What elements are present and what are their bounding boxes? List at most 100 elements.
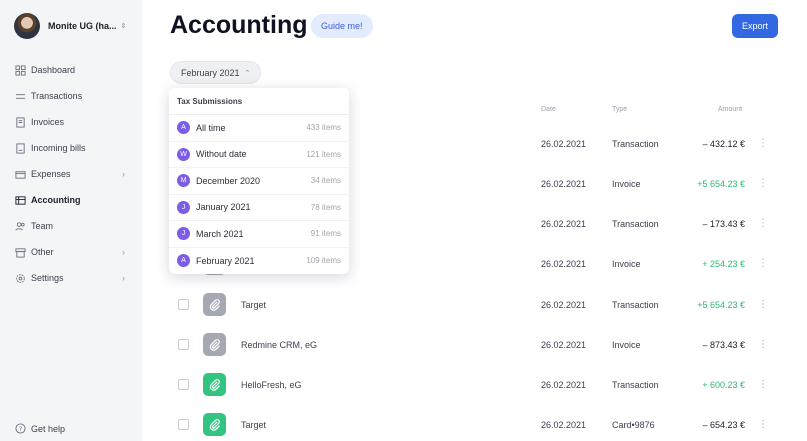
sidebar-item-other[interactable]: Other › (0, 239, 142, 265)
more-options-icon[interactable]: ⋮ (758, 258, 768, 269)
row-amount: – 173.43 € (702, 219, 745, 229)
row-checkbox[interactable] (178, 379, 189, 390)
bills-icon (15, 142, 26, 154)
dropdown-option[interactable]: W Without date 121 items (169, 142, 349, 168)
row-date: 26.02.2021 (541, 259, 587, 269)
chevron-right-icon: › (122, 247, 125, 257)
row-amount: +5 654.23 € (697, 300, 745, 310)
paperclip-icon (203, 373, 226, 396)
accounting-icon (15, 195, 26, 206)
invoices-icon (15, 116, 26, 128)
chevron-up-icon: ⌃ (244, 69, 251, 77)
gear-icon (15, 273, 26, 284)
sidebar-item-label: Other (31, 247, 54, 257)
date-filter-label: February 2021 (181, 67, 240, 78)
row-type: Invoice (612, 340, 641, 350)
chevron-right-icon: › (122, 273, 125, 283)
sidebar-item-expenses[interactable]: Expenses › (0, 161, 142, 187)
sidebar-item-label: Accounting (31, 195, 81, 205)
option-badge: A (177, 121, 190, 135)
sidebar-nav: Dashboard Transactions Invoices Incoming… (0, 57, 142, 291)
row-date: 26.02.2021 (541, 340, 587, 350)
dropdown-option[interactable]: M December 2020 34 items (169, 168, 349, 195)
more-options-icon[interactable]: ⋮ (758, 339, 768, 350)
row-type: Transaction (612, 219, 659, 229)
help-icon: ? (15, 423, 26, 434)
sidebar-item-label: Settings (31, 273, 64, 283)
dropdown-option[interactable]: A February 2021 109 items (169, 248, 349, 275)
dropdown-option[interactable]: A All time 433 items (169, 115, 349, 142)
sidebar-item-settings[interactable]: Settings › (0, 265, 142, 291)
more-options-icon[interactable]: ⋮ (758, 178, 768, 189)
sidebar-item-dashboard[interactable]: Dashboard (0, 57, 142, 83)
row-type: Card•9876 (612, 420, 655, 430)
sidebar-item-label: Dashboard (31, 65, 76, 75)
sidebar-item-label: Expenses (31, 169, 71, 179)
more-options-icon[interactable]: ⋮ (758, 299, 768, 310)
row-checkbox[interactable] (178, 419, 189, 430)
paperclip-icon (203, 413, 226, 436)
row-amount: – 873.43 € (702, 340, 745, 350)
more-options-icon[interactable]: ⋮ (758, 419, 768, 430)
row-name: Target (241, 420, 267, 430)
dropdown-option[interactable]: J January 2021 78 items (169, 195, 349, 221)
row-checkbox[interactable] (178, 339, 189, 350)
table-row[interactable]: Redmine CRM, eG 26.02.2021 Invoice – 873.43… (170, 325, 780, 365)
option-label: Without date (196, 149, 247, 160)
table-row[interactable]: Target 26.02.2021 Card•9876 – 654.23 € ⋮ (170, 405, 780, 441)
row-date: 26.02.2021 (541, 219, 587, 229)
column-header-date[interactable]: Date (541, 106, 556, 113)
option-label: January 2021 (196, 202, 251, 213)
row-amount: + 600.23 € (702, 380, 745, 390)
row-amount: +5 654.23 € (697, 179, 745, 189)
row-date: 26.02.2021 (541, 420, 587, 430)
column-header-type[interactable]: Type (612, 106, 627, 113)
table-row[interactable]: HelloFresh, eG 26.02.2021 Transaction + 600… (170, 365, 780, 405)
dropdown-option[interactable]: J March 2021 91 items (169, 221, 349, 248)
option-badge: J (177, 200, 190, 214)
more-options-icon[interactable]: ⋮ (758, 138, 768, 149)
row-type: Invoice (612, 179, 641, 189)
chevron-right-icon: › (122, 169, 125, 179)
date-filter-dropdown[interactable]: February 2021 ⌃ (170, 61, 262, 84)
get-help-link[interactable]: ? Get help (15, 423, 65, 434)
paperclip-icon (203, 293, 226, 316)
row-type: Transaction (612, 300, 659, 310)
row-name: Redmine CRM, eG (241, 340, 318, 350)
transactions-icon (15, 91, 26, 102)
export-button[interactable]: Export (732, 14, 778, 38)
row-date: 26.02.2021 (541, 300, 587, 310)
row-name: Target (241, 300, 267, 310)
option-count: 91 items (310, 229, 341, 239)
paperclip-icon (203, 333, 226, 356)
more-options-icon[interactable]: ⋮ (758, 379, 768, 390)
option-count: 78 items (310, 202, 341, 212)
more-options-icon[interactable]: ⋮ (758, 218, 768, 229)
sidebar-item-incoming-bills[interactable]: Incoming bills (0, 135, 142, 161)
row-amount: – 654.23 € (702, 420, 745, 430)
org-name: Monite UG (ha... (48, 21, 117, 31)
sidebar-item-invoices[interactable]: Invoices (0, 109, 142, 135)
option-badge: M (177, 174, 190, 188)
row-amount: – 432.12 € (702, 139, 745, 149)
sidebar-item-team[interactable]: Team (0, 213, 142, 239)
tax-submissions-dropdown: Tax Submissions A All time 433 items W Witho… (169, 88, 349, 274)
row-type: Transaction (612, 380, 659, 390)
dropdown-title: Tax Submissions (169, 88, 349, 115)
row-checkbox[interactable] (178, 299, 189, 310)
column-header-amount[interactable]: Amount (718, 106, 742, 113)
row-date: 26.02.2021 (541, 139, 587, 149)
org-switcher[interactable]: Monite UG (ha... ⇕ (14, 13, 126, 39)
table-row[interactable]: Target 26.02.2021 Transaction +5 654.23 € ⋮ (170, 285, 780, 325)
page-title: Accounting (170, 11, 308, 39)
sidebar-item-accounting[interactable]: Accounting (0, 187, 142, 213)
guide-me-button[interactable]: Guide me! (311, 14, 373, 38)
option-label: February 2021 (196, 255, 255, 266)
help-label: Get help (31, 423, 66, 434)
svg-text:?: ? (19, 425, 22, 433)
archive-icon (15, 247, 26, 258)
sidebar-item-transactions[interactable]: Transactions (0, 83, 142, 109)
option-count: 121 items (306, 149, 341, 159)
option-badge: A (177, 254, 190, 268)
sidebar-item-label: Transactions (31, 91, 83, 101)
